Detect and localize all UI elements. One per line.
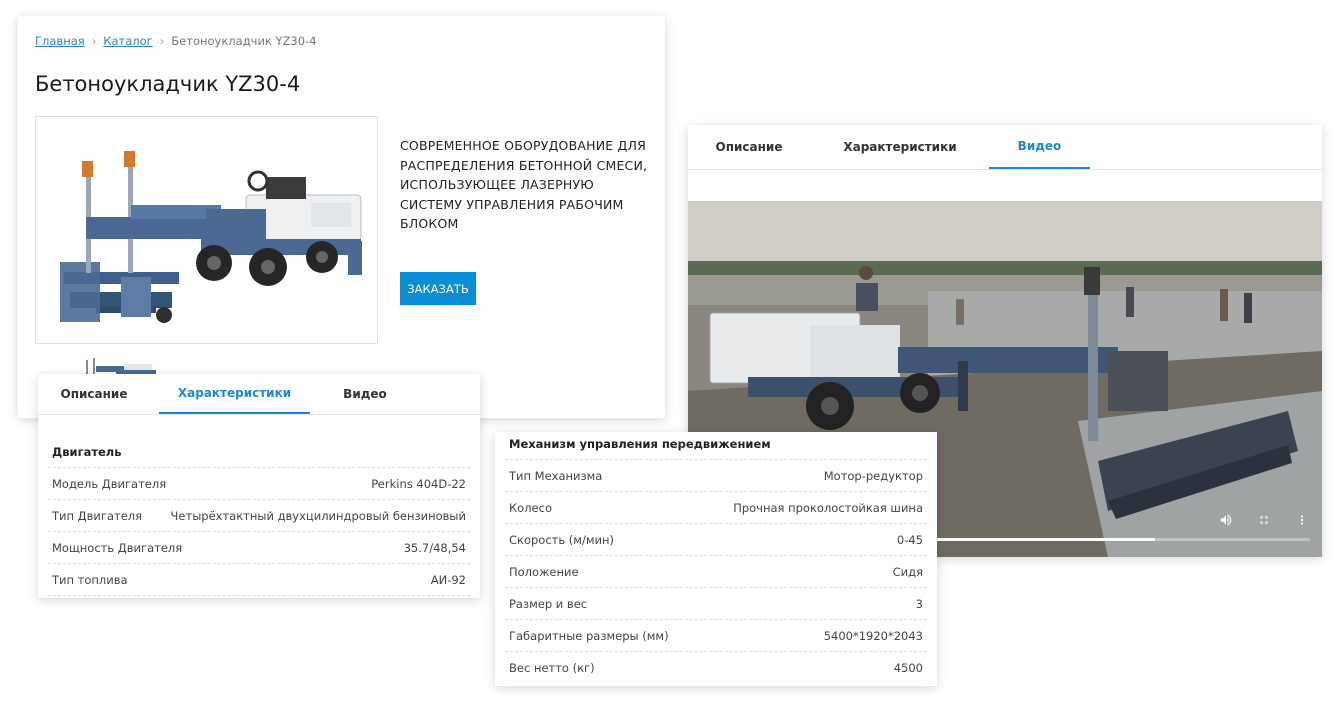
specs-card-engine: Описание Характеристики Видео Двигатель … (38, 374, 480, 598)
spec-value: 5400*1920*2043 (823, 628, 923, 643)
spec-group-heading: Механизм управления передвижением (505, 428, 927, 460)
spec-value: 0-45 (896, 532, 923, 547)
fullscreen-icon[interactable] (1253, 509, 1275, 531)
thumbnail-illustration (86, 358, 156, 376)
table-row: Мощность Двигателя 35.7/48,54 (48, 532, 470, 564)
tab-video[interactable]: Видео (989, 125, 1090, 169)
table-row: Тип топлива АИ-92 (48, 564, 470, 596)
table-row: Тип Механизма Мотор-редуктор (505, 460, 927, 492)
spec-value: Прочная проколостойкая шина (733, 500, 923, 515)
spec-label: Модель Двигателя (52, 476, 167, 491)
spec-label: Мощность Двигателя (52, 540, 183, 555)
spec-label: Тип Механизма (509, 468, 603, 483)
table-row: Тип Двигателя Четырёхтактный двухцилиндро… (48, 500, 470, 532)
drive-spec-table: Механизм управления передвижением Тип Ме… (505, 428, 927, 684)
spec-label: Вес нетто (кг) (509, 661, 595, 675)
breadcrumb-separator: › (159, 34, 165, 48)
spec-label: Размер и вес (509, 596, 588, 611)
tab-description[interactable]: Описание (688, 125, 810, 169)
spec-label: Скорость (м/мин) (509, 532, 614, 547)
spec-value: 3 (915, 596, 923, 611)
tab-specs[interactable]: Характеристики (836, 125, 964, 169)
product-tabs: Описание Характеристики Видео (38, 374, 480, 415)
breadcrumb-catalog-link[interactable]: Каталог (103, 34, 152, 48)
spec-value: Сидя (892, 564, 923, 579)
tab-description[interactable]: Описание (38, 374, 150, 414)
product-thumbnail[interactable] (86, 354, 158, 376)
spec-value: Четырёхтактный двухцилиндровый бензиновы… (170, 508, 466, 523)
table-row: Положение Сидя (505, 556, 927, 588)
table-row: Размер и вес 3 (505, 588, 927, 620)
breadcrumb-separator: › (91, 34, 97, 48)
spec-value: Perkins 404D-22 (371, 476, 466, 491)
table-row: Модель Двигателя Perkins 404D-22 (48, 468, 470, 500)
breadcrumb-current: Бетоноукладчик YZ30-4 (171, 34, 317, 48)
table-row: Колесо Прочная проколостойкая шина (505, 492, 927, 524)
more-vert-icon[interactable] (1291, 509, 1313, 531)
breadcrumb: Главная › Каталог › Бетоноукладчик YZ30-4 (35, 34, 317, 48)
spec-label: Колесо (509, 500, 552, 515)
spec-value: 4500 (893, 661, 923, 675)
spec-label: Тип топлива (52, 572, 128, 587)
spec-value: Мотор-редуктор (823, 468, 923, 483)
tab-video[interactable]: Видео (319, 374, 411, 414)
product-card: Главная › Каталог › Бетоноукладчик YZ30-4 Бе… (18, 16, 665, 418)
product-description: Современное оборудование для распределен… (400, 138, 648, 231)
concrete-screed-machine-illustration (36, 117, 377, 343)
spec-value: АИ-92 (430, 572, 466, 587)
volume-icon[interactable] (1215, 509, 1237, 531)
breadcrumb-home-link[interactable]: Главная (35, 34, 85, 48)
tab-specs[interactable]: Характеристики (159, 374, 310, 414)
engine-spec-table: Двигатель Модель Двигателя Perkins 404D-2… (48, 436, 470, 596)
spec-group-heading: Двигатель (48, 436, 470, 468)
spec-label: Положение (509, 564, 579, 579)
table-row: Вес нетто (кг) 4500 (505, 652, 927, 684)
spec-label: Тип Двигателя (52, 508, 143, 523)
table-row: Габаритные размеры (мм) 5400*1920*2043 (505, 620, 927, 652)
table-row: Скорость (м/мин) 0-45 (505, 524, 927, 556)
spec-label: Габаритные размеры (мм) (509, 628, 669, 643)
product-tabs: Описание Характеристики Видео (688, 125, 1322, 170)
product-image[interactable] (35, 116, 378, 344)
spec-value: 35.7/48,54 (403, 540, 466, 555)
order-button[interactable]: Заказать (400, 272, 476, 305)
specs-card-drive: Механизм управления передвижением Тип Ме… (495, 432, 937, 686)
page-title: Бетоноукладчик YZ30-4 (35, 72, 301, 96)
